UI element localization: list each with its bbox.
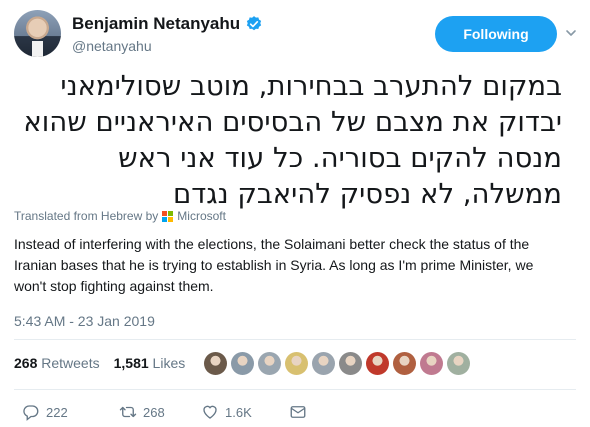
liker-avatars: [204, 352, 470, 375]
divider: [14, 389, 576, 390]
liker-avatar[interactable]: [393, 352, 416, 375]
chevron-down-icon[interactable]: [565, 27, 577, 39]
likes-stat[interactable]: 1,581 Likes: [114, 355, 186, 371]
liker-avatar[interactable]: [339, 352, 362, 375]
tweet-translation: Instead of interfering with the election…: [14, 236, 534, 294]
liker-avatar[interactable]: [285, 352, 308, 375]
retweets-count: 268: [14, 355, 38, 371]
like-count: 1.6K: [225, 404, 252, 420]
liker-avatar[interactable]: [204, 352, 227, 375]
translated-label: Translated from Hebrew by: [14, 209, 159, 223]
likes-label: Likes: [152, 355, 186, 371]
author-avatar[interactable]: [14, 10, 61, 57]
retweets-label: Retweets: [41, 355, 100, 371]
reply-count: 222: [46, 404, 68, 420]
microsoft-logo-icon: [162, 210, 174, 222]
likes-count: 1,581: [113, 355, 149, 371]
tweet-stats: 268 Retweets 1,581 Likes: [14, 355, 185, 371]
direct-message-action[interactable]: [289, 403, 307, 421]
liker-avatar[interactable]: [231, 352, 254, 375]
retweet-count: 268: [143, 404, 165, 420]
author-info: Benjamin Netanyahu @netanyahu: [72, 14, 263, 54]
author-handle[interactable]: @netanyahu: [72, 38, 263, 54]
divider: [14, 339, 576, 340]
liker-avatar[interactable]: [420, 352, 443, 375]
translation-attribution: Translated from Hebrew by Microsoft: [14, 209, 226, 223]
retweets-stat[interactable]: 268 Retweets: [14, 355, 100, 371]
liker-avatar[interactable]: [447, 352, 470, 375]
verified-badge-icon: [247, 16, 262, 31]
retweet-icon: [119, 406, 137, 418]
author-name[interactable]: Benjamin Netanyahu: [72, 14, 240, 34]
heart-icon: [203, 405, 217, 419]
tweet-timestamp[interactable]: 5:43 AM - 23 Jan 2019: [14, 313, 155, 329]
tweet-actions: 222 268 1.6K: [22, 403, 307, 421]
liker-avatar[interactable]: [366, 352, 389, 375]
like-action[interactable]: 1.6K: [201, 403, 289, 421]
reply-action[interactable]: 222: [22, 403, 119, 421]
reply-icon: [23, 405, 39, 421]
following-button[interactable]: Following: [435, 16, 557, 52]
translator-name: Microsoft: [177, 209, 226, 223]
liker-avatar[interactable]: [312, 352, 335, 375]
tweet-text: במקום להתערב בבחירות, מוטב שסולימאני יבד…: [23, 70, 562, 210]
envelope-icon: [290, 406, 306, 418]
retweet-action[interactable]: 268: [119, 403, 201, 421]
liker-avatar[interactable]: [258, 352, 281, 375]
tweet-header: Benjamin Netanyahu @netanyahu Following: [14, 10, 576, 60]
